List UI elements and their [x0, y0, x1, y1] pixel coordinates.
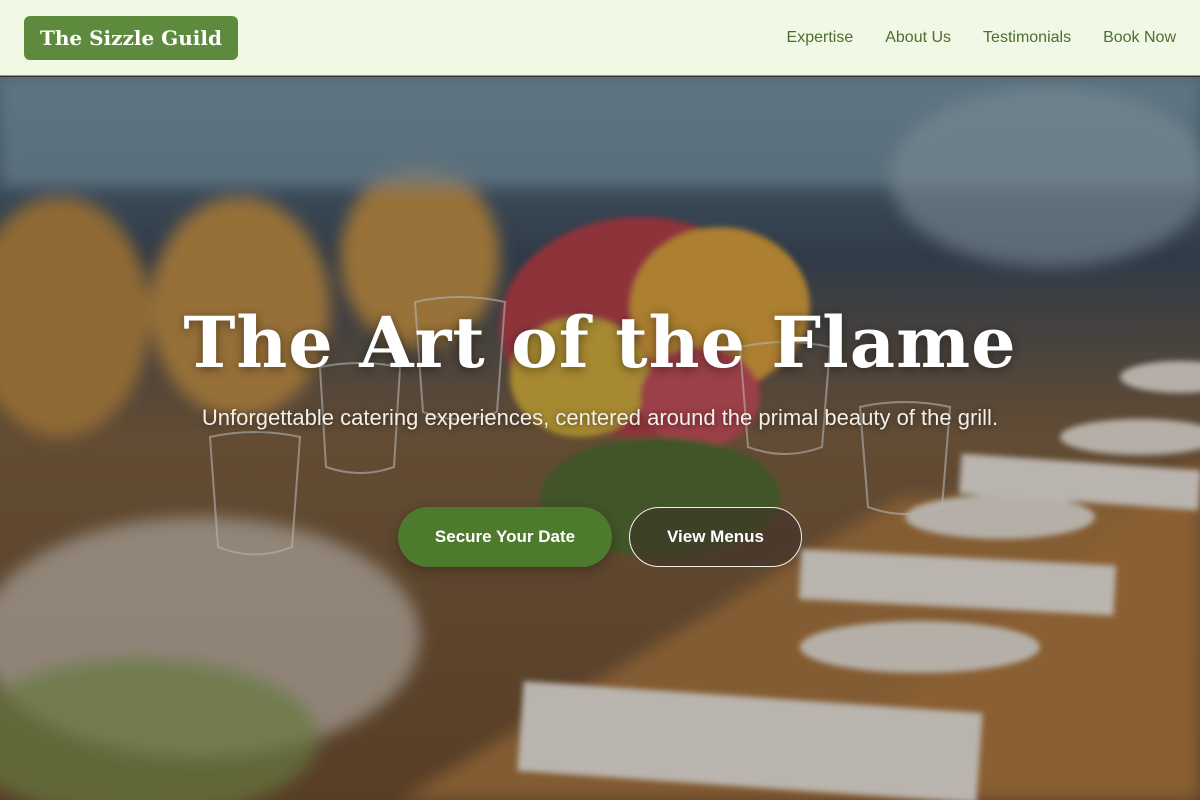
- site-logo[interactable]: The Sizzle Guild: [24, 16, 238, 60]
- hero-section: The Art of the Flame Unforgettable cater…: [0, 77, 1200, 800]
- hero-dark-overlay: [0, 77, 1200, 800]
- hero-title: The Art of the Flame: [183, 301, 1017, 384]
- nav-link-testimonials[interactable]: Testimonials: [983, 29, 1071, 47]
- hero-subtitle: Unforgettable catering experiences, cent…: [201, 405, 999, 430]
- nav-link-expertise[interactable]: Expertise: [787, 29, 854, 47]
- secure-date-button[interactable]: Secure Your Date: [398, 507, 612, 567]
- nav-link-book-now[interactable]: Book Now: [1103, 29, 1176, 47]
- nav-link-about-us[interactable]: About Us: [885, 29, 951, 47]
- site-header: The Sizzle Guild Expertise About Us Test…: [0, 0, 1200, 76]
- view-menus-button[interactable]: View Menus: [629, 507, 802, 567]
- main-nav: Expertise About Us Testimonials Book Now: [787, 0, 1176, 76]
